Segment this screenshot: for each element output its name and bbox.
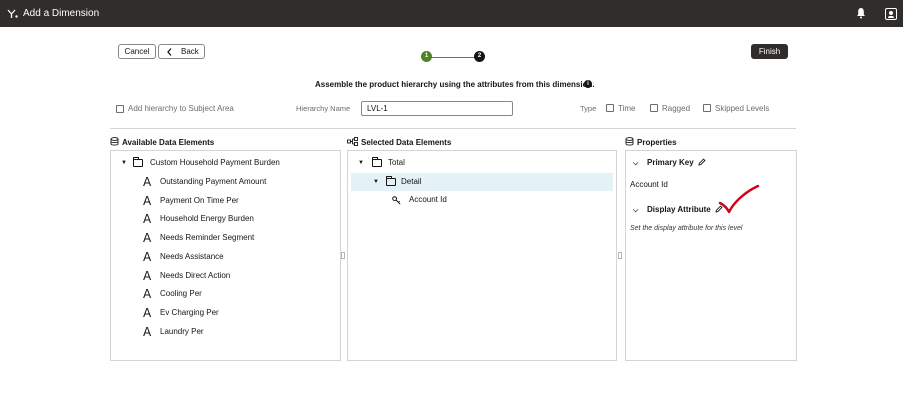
attribute-list-item[interactable]: A Laundry Per bbox=[143, 323, 338, 341]
key-label: Account Id bbox=[409, 195, 447, 204]
finish-button[interactable]: Finish bbox=[751, 44, 788, 59]
primary-key-section[interactable]: ⌵ Primary Key bbox=[633, 158, 706, 168]
attribute-text-icon: A bbox=[143, 249, 152, 264]
wizard-stepper: 1 2 bbox=[421, 51, 487, 63]
type-time-label: Time bbox=[618, 104, 636, 113]
attribute-text-icon: A bbox=[143, 212, 152, 227]
notification-bell-icon[interactable] bbox=[856, 7, 866, 19]
attribute-label: Ev Charging Per bbox=[160, 307, 219, 317]
step-2-indicator[interactable]: 2 bbox=[474, 51, 485, 62]
root-label: Total bbox=[388, 158, 405, 167]
back-button[interactable]: Back bbox=[158, 44, 205, 59]
type-ragged-checkbox[interactable] bbox=[650, 104, 658, 112]
attribute-text-icon: A bbox=[143, 268, 152, 283]
attribute-list-item[interactable]: A Payment On Time Per bbox=[143, 192, 338, 210]
hierarchy-icon bbox=[347, 137, 358, 146]
properties-title: Properties bbox=[637, 138, 677, 147]
attribute-label: Needs Assistance bbox=[160, 251, 224, 261]
attribute-label: Needs Reminder Segment bbox=[160, 233, 255, 243]
selected-elements-panel[interactable]: ▼ Total ▼ Detail Account Id bbox=[347, 150, 617, 361]
tree-folder-row[interactable]: ▼ Custom Household Payment Burden bbox=[119, 154, 339, 172]
attribute-label: Outstanding Payment Amount bbox=[160, 177, 267, 186]
properties-header: Properties bbox=[625, 137, 677, 147]
attribute-label: Laundry Per bbox=[160, 326, 204, 336]
database-icon bbox=[625, 137, 634, 146]
attribute-list-item[interactable]: A Ev Charging Per bbox=[143, 304, 338, 322]
attribute-list-item[interactable]: A Needs Assistance bbox=[143, 248, 338, 266]
attribute-label: Cooling Per bbox=[160, 289, 202, 299]
attribute-list-item[interactable]: A Household Energy Burden bbox=[143, 210, 338, 228]
attribute-list-item[interactable]: A Cooling Per bbox=[143, 285, 338, 303]
folder-label: Custom Household Payment Burden bbox=[150, 158, 280, 167]
cancel-button[interactable]: Cancel bbox=[118, 44, 156, 59]
caret-down-icon[interactable]: ▼ bbox=[373, 173, 379, 191]
folder-icon bbox=[133, 157, 143, 167]
attribute-text-icon: A bbox=[143, 193, 152, 208]
folder-icon bbox=[386, 176, 396, 186]
properties-panel: ⌵ Primary Key Account Id ⌵ Display Attribu… bbox=[625, 150, 797, 361]
type-skipped-levels-checkbox[interactable] bbox=[703, 104, 711, 112]
user-profile-icon[interactable] bbox=[885, 8, 897, 20]
back-button-label: Back bbox=[181, 47, 199, 56]
attribute-text-icon: A bbox=[143, 305, 152, 320]
info-icon[interactable]: i bbox=[584, 80, 592, 88]
chevron-down-icon[interactable]: ⌵ bbox=[633, 160, 642, 168]
display-attribute-hint: Set the display attribute for this level bbox=[630, 225, 743, 232]
attribute-list-item[interactable]: A Outstanding Payment Amount bbox=[143, 173, 338, 191]
display-attribute-label: Display Attribute bbox=[647, 205, 711, 214]
splitter-handle[interactable] bbox=[341, 252, 345, 259]
display-attribute-section[interactable]: ⌵ Display Attribute bbox=[633, 205, 723, 215]
stepper-connector bbox=[431, 56, 479, 58]
hierarchy-name-input[interactable] bbox=[361, 101, 513, 116]
attribute-text-icon: A bbox=[143, 231, 152, 246]
selected-elements-header: Selected Data Elements bbox=[347, 137, 451, 147]
selected-elements-title: Selected Data Elements bbox=[361, 138, 452, 147]
level-label: Detail bbox=[401, 177, 422, 186]
caret-down-icon[interactable]: ▼ bbox=[358, 154, 364, 172]
primary-key-label: Primary Key bbox=[647, 158, 694, 167]
instruction-text: Assemble the product hierarchy using the… bbox=[315, 80, 595, 89]
attribute-text-icon: A bbox=[143, 175, 152, 189]
hierarchy-controls: Add hierarchy to Subject Area Hierarchy … bbox=[0, 100, 903, 118]
attribute-label: Needs Direct Action bbox=[160, 270, 231, 280]
step-1-indicator[interactable]: 1 bbox=[421, 51, 432, 62]
add-to-subject-area-label: Add hierarchy to Subject Area bbox=[128, 104, 234, 113]
section-divider bbox=[110, 128, 796, 129]
attribute-list-item[interactable]: A Needs Reminder Segment bbox=[143, 229, 338, 247]
caret-down-icon[interactable]: ▼ bbox=[121, 154, 127, 172]
type-ragged-label: Ragged bbox=[662, 104, 691, 113]
type-time-checkbox[interactable] bbox=[606, 104, 614, 112]
attribute-text-icon: A bbox=[143, 324, 152, 339]
type-label: Type bbox=[580, 104, 597, 113]
database-icon bbox=[110, 137, 119, 146]
hierarchy-name-label: Hierarchy Name bbox=[296, 104, 351, 113]
tree-root-row[interactable]: ▼ Total bbox=[352, 154, 614, 172]
add-to-subject-area-checkbox[interactable] bbox=[116, 105, 124, 113]
key-icon bbox=[392, 196, 401, 205]
attribute-text-icon: A bbox=[143, 287, 152, 302]
dimension-app-icon bbox=[7, 9, 18, 18]
chevron-left-icon bbox=[167, 48, 172, 56]
available-elements-title: Available Data Elements bbox=[122, 138, 215, 147]
folder-icon bbox=[372, 157, 382, 167]
chevron-down-icon[interactable]: ⌵ bbox=[633, 207, 642, 215]
primary-key-value: Account Id bbox=[630, 180, 668, 189]
annotation-checkmark-icon bbox=[718, 184, 760, 214]
type-skipped-levels-label: Skipped Levels bbox=[715, 104, 770, 113]
tree-level-row[interactable]: ▼ Detail bbox=[351, 173, 613, 191]
edit-pencil-icon[interactable] bbox=[698, 158, 706, 166]
splitter-handle[interactable] bbox=[618, 252, 622, 259]
tree-key-row[interactable]: Account Id bbox=[352, 191, 614, 209]
available-elements-panel[interactable]: ▼ Custom Household Payment Burden A Outst… bbox=[110, 150, 341, 361]
attribute-label: Payment On Time Per bbox=[160, 195, 239, 205]
attribute-label: Household Energy Burden bbox=[160, 214, 254, 224]
available-elements-header: Available Data Elements bbox=[110, 137, 214, 147]
page-title: Add a Dimension bbox=[23, 8, 100, 19]
title-bar: Add a Dimension bbox=[0, 0, 903, 27]
attribute-list-item[interactable]: A Needs Direct Action bbox=[143, 267, 338, 285]
